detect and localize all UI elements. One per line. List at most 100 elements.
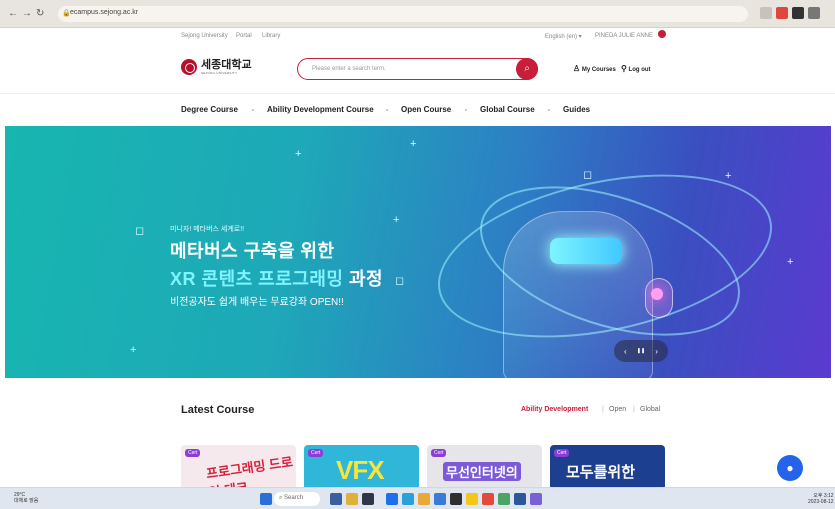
- app-icon[interactable]: [386, 493, 398, 505]
- filter-separator: |: [633, 406, 635, 413]
- course-card-title: VFX: [336, 455, 385, 485]
- menu-degree-course[interactable]: Degree Course: [181, 105, 238, 114]
- course-card-title: 프로그래밍 드로잉 테크: [205, 454, 294, 490]
- extension-icon[interactable]: [792, 7, 804, 19]
- library-link[interactable]: Library: [262, 33, 280, 39]
- extension-icon[interactable]: [776, 7, 788, 19]
- my-courses-label: My Courses: [581, 67, 616, 73]
- sparkle-icon: +: [787, 256, 794, 268]
- edge-icon[interactable]: [402, 493, 414, 505]
- menu-guides[interactable]: Guides: [563, 105, 590, 114]
- portal-link[interactable]: Portal: [236, 33, 252, 39]
- course-card[interactable]: Cert 무선인터넷의: [427, 445, 542, 490]
- system-clock[interactable]: 오후 3:12 2023-08-12: [808, 493, 834, 505]
- vr-headset-illustration: [550, 238, 622, 264]
- banner-headline-3: 비전공자도 쉽게 배우는 무료강좌 OPEN!!: [170, 297, 344, 308]
- app-icon[interactable]: [434, 493, 446, 505]
- latest-course-title: Latest Course: [181, 404, 255, 416]
- chat-button[interactable]: ●: [777, 455, 803, 481]
- site-header: 세종대학교 SEJONG UNIVERSITY Please enter a s…: [0, 44, 835, 94]
- course-card-title: 모두를위한: [566, 464, 636, 481]
- word-icon[interactable]: [514, 493, 526, 505]
- clock-date: 2023-08-12: [808, 499, 834, 505]
- forward-icon[interactable]: →: [22, 8, 32, 19]
- app-icon[interactable]: [362, 493, 374, 505]
- slider-prev-button[interactable]: ‹: [624, 347, 627, 356]
- app-icon[interactable]: [498, 493, 510, 505]
- weather-desc: 대체로 맑음: [14, 498, 39, 504]
- sparkle-icon: +: [725, 170, 732, 182]
- utility-bar: Sejong University Portal Library English…: [0, 28, 835, 44]
- app-icon[interactable]: [330, 493, 342, 505]
- sparkle-icon: +: [410, 138, 417, 150]
- app-icon[interactable]: [450, 493, 462, 505]
- user-icon: ♙: [573, 64, 581, 73]
- filter-open[interactable]: Open: [609, 406, 626, 413]
- chrome-icon[interactable]: [482, 493, 494, 505]
- sparkle-icon: ◻: [583, 169, 593, 181]
- taskbar-search-label: Search: [284, 495, 304, 501]
- hero-banner[interactable]: + + + + + + ◻ ◻ ◻ 미니자! 메타버스 세계로!! 메타버스 구…: [5, 126, 831, 378]
- sparkle-icon: +: [130, 344, 137, 356]
- menu-global-course[interactable]: Global Course: [480, 105, 535, 114]
- filter-global[interactable]: Global: [640, 406, 660, 413]
- slider-next-button[interactable]: ›: [655, 347, 658, 356]
- glow-orb: [651, 288, 663, 300]
- logout-icon: ⚲: [621, 64, 627, 73]
- logo[interactable]: 세종대학교 SEJONG UNIVERSITY: [181, 59, 252, 75]
- cert-badge: Cert: [308, 449, 324, 457]
- weather-widget[interactable]: 29°C 대체로 맑음: [14, 492, 38, 504]
- log-out-label: Log out: [628, 67, 651, 73]
- banner-headline-2-accent: XR 콘텐츠 프로그래밍: [170, 269, 344, 289]
- sejong-university-link[interactable]: Sejong University: [181, 33, 228, 39]
- back-icon[interactable]: ←: [8, 8, 18, 19]
- folder-icon[interactable]: [418, 493, 430, 505]
- menu-open-course[interactable]: Open Course: [401, 105, 451, 114]
- notification-icon[interactable]: [658, 30, 666, 38]
- cert-badge: Cert: [554, 449, 570, 457]
- language-select[interactable]: English (en) ▾: [545, 33, 582, 40]
- reload-icon[interactable]: ↻: [36, 8, 44, 19]
- cert-badge: Cert: [185, 449, 201, 457]
- search-placeholder: Please enter a search term.: [312, 66, 386, 72]
- menu-separator: [252, 109, 254, 111]
- menu-separator: [465, 109, 467, 111]
- banner-tagline: 미니자! 메타버스 세계로!!: [170, 226, 245, 233]
- menu-separator: [386, 109, 388, 111]
- lock-icon: 🔒: [62, 10, 71, 17]
- user-name: PINEDA JULIE ANNE: [595, 33, 654, 39]
- app-icon[interactable]: [530, 493, 542, 505]
- log-out-link[interactable]: ⚲ Log out: [621, 64, 651, 73]
- address-bar[interactable]: 🔒 ecampus.sejong.ac.kr: [58, 6, 748, 22]
- course-card[interactable]: Cert VFX: [304, 445, 419, 490]
- chat-icon: ●: [786, 461, 794, 475]
- logo-korean: 세종대학교: [201, 58, 252, 71]
- url-text: ecampus.sejong.ac.kr: [70, 9, 139, 16]
- logo-english: SEJONG UNIVERSITY: [201, 70, 238, 75]
- slider-pause-button[interactable]: ❚❚: [637, 348, 645, 354]
- banner-headline-1: 메타버스 구축을 위한: [170, 241, 335, 261]
- app-icon[interactable]: [346, 493, 358, 505]
- search-button[interactable]: ⌕: [516, 58, 538, 80]
- slider-controls: ‹ ❚❚ ›: [614, 340, 668, 362]
- menu-ability-development[interactable]: Ability Development Course: [267, 105, 374, 114]
- menu-icon[interactable]: [808, 7, 820, 19]
- university-seal-icon: [181, 59, 197, 75]
- sparkle-icon: +: [393, 214, 400, 226]
- banner-headline-2-rest: 과정: [343, 269, 384, 289]
- banner-headline-2: XR 콘텐츠 프로그래밍 과정: [170, 265, 383, 291]
- taskbar-search[interactable]: ⌕ Search: [274, 492, 320, 506]
- app-icon[interactable]: [466, 493, 478, 505]
- sparkle-icon: +: [295, 148, 302, 160]
- sparkle-icon: ◻: [135, 225, 145, 237]
- main-nav: Degree Course Ability Development Course…: [0, 94, 835, 126]
- share-icon[interactable]: [760, 7, 772, 19]
- start-icon[interactable]: [260, 493, 272, 505]
- filter-ability-development[interactable]: Ability Development: [521, 406, 588, 413]
- filter-separator: |: [602, 406, 604, 413]
- search-input[interactable]: Please enter a search term. ⌕: [297, 58, 538, 80]
- cert-badge: Cert: [431, 449, 447, 457]
- course-card[interactable]: Cert 프로그래밍 드로잉 테크: [181, 445, 296, 490]
- my-courses-link[interactable]: ♙ My Courses: [573, 64, 616, 73]
- course-card[interactable]: Cert 모두를위한: [550, 445, 665, 490]
